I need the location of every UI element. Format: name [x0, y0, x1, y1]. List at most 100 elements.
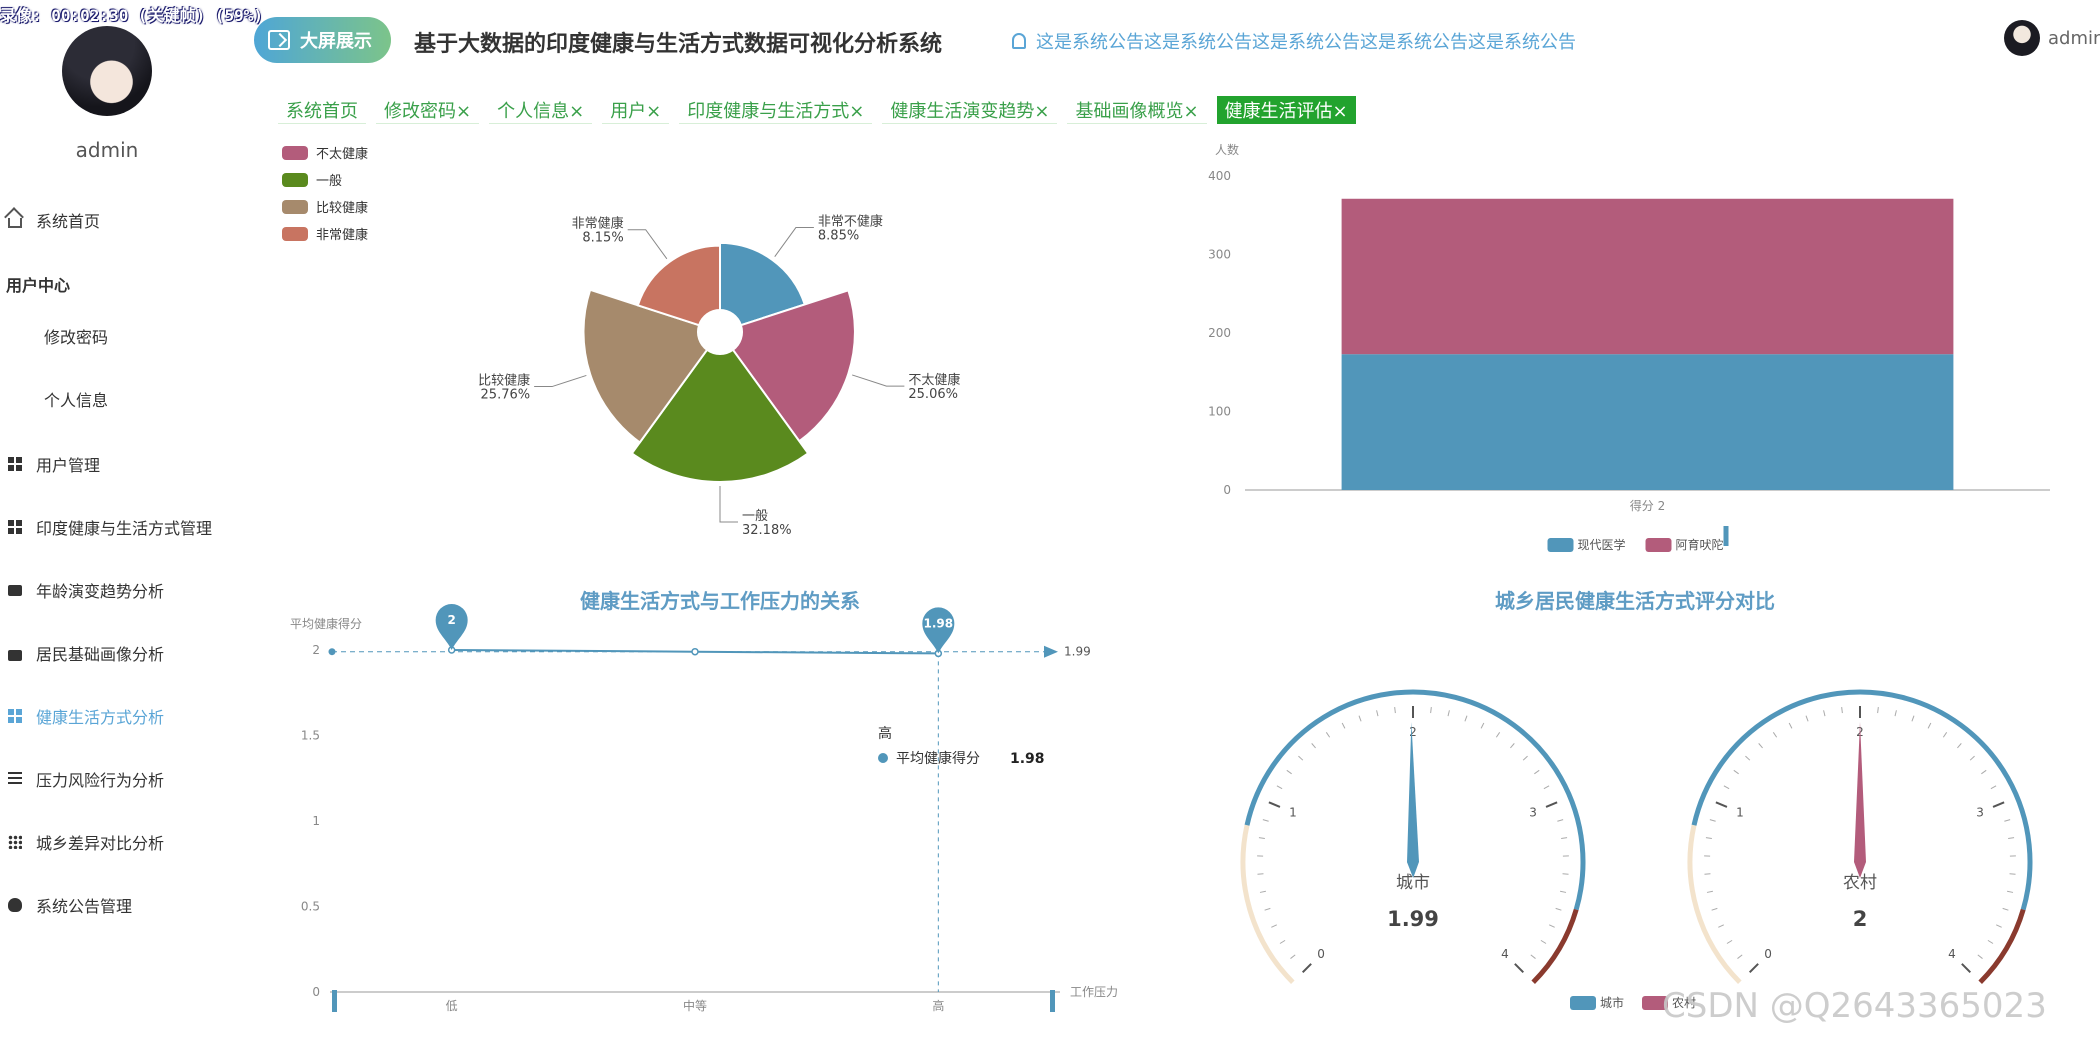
gauge-tick: [1560, 890, 1567, 893]
data-point: [691, 647, 699, 656]
legend-label: 现代医学: [1578, 537, 1626, 552]
gauge-tick: [1726, 939, 1733, 944]
gauge-tick: [1259, 890, 1266, 893]
tab-trend[interactable]: 健康生活演变趋势×: [882, 96, 1058, 124]
sidebar-item-stress[interactable]: 压力风险行为分析: [8, 767, 164, 791]
markline-arrow-icon: [1044, 645, 1058, 658]
gauge-tick-label: 1: [1736, 805, 1744, 819]
sidebar-item-urban-rural[interactable]: 城乡差异对比分析: [8, 830, 164, 854]
y-tick-label: 300: [1208, 248, 1231, 262]
legend-swatch: [282, 173, 308, 187]
user-menu[interactable]: admin: [2004, 20, 2100, 56]
sidebar-item-users[interactable]: 用户管理: [8, 452, 100, 476]
gauge-tick: [1715, 801, 1728, 808]
gauge-tick: [1705, 837, 1712, 840]
pie-slice-name: 非常健康: [572, 216, 624, 232]
pie-slice-percent: 32.18%: [742, 523, 792, 538]
bell-icon: [1012, 33, 1026, 49]
gauge-tick: [1990, 785, 1997, 790]
legend-label: 比较健康: [316, 200, 368, 216]
gauge-tick: [1311, 743, 1316, 749]
gauge-series-name: 农村: [1843, 873, 1877, 893]
gauge-tick: [1961, 963, 1972, 974]
sidebar-item-profile[interactable]: 个人信息: [44, 387, 108, 411]
house-icon: [8, 218, 22, 228]
y-tick-label: 0.5: [301, 900, 320, 914]
gauge-tick: [1894, 710, 1897, 717]
tooltip-label: 平均健康得分: [896, 750, 980, 767]
sidebar-item-change-password[interactable]: 修改密码: [44, 324, 108, 348]
sidebar-item-label: 年龄演变趋势分析: [36, 582, 165, 601]
sidebar-item-announcements[interactable]: 系统公告管理: [8, 893, 132, 917]
sidebar-item-label: 压力风险行为分析: [36, 771, 165, 790]
markpoint-label: 2: [447, 613, 455, 627]
gauge-tick: [1718, 924, 1724, 928]
gauge-tick: [1268, 801, 1281, 808]
gauge-tick: [1841, 707, 1843, 714]
legend-swatch: [282, 200, 308, 214]
gauge-tick: [1823, 710, 1826, 717]
x-tick-label: 得分 2: [1630, 498, 1665, 513]
sidebar-item-label: 系统公告管理: [36, 897, 133, 916]
gauge-tick: [1534, 769, 1540, 775]
pie-slice-name: 不太健康: [908, 372, 960, 388]
gauge-tick: [1341, 722, 1346, 729]
sidebar-item-health-management[interactable]: 印度健康与生活方式管理: [8, 515, 212, 539]
sidebar-item-portrait[interactable]: 居民基础画像分析: [8, 641, 164, 665]
x-tick-label: 高: [932, 998, 944, 1013]
scroll-handle: [1723, 526, 1729, 546]
y-tick-label: 400: [1208, 169, 1231, 183]
y-tick-label: 0: [1223, 483, 1231, 497]
gauge-tick: [1530, 954, 1536, 959]
gauge-tick: [1981, 769, 1987, 775]
tab-health-lifestyle[interactable]: 印度健康与生活方式×: [679, 96, 873, 124]
sidebar-group-user-center[interactable]: 用户中心: [6, 272, 70, 296]
notice-bar[interactable]: 这是系统公告这是系统公告这是系统公告这是系统公告这是系统公告: [1012, 28, 1576, 54]
bar-segment: [1341, 354, 1954, 490]
gauge-tick: [1877, 707, 1879, 714]
gauge-tick-label: 3: [1529, 805, 1537, 819]
scroll-handle: [332, 990, 337, 1012]
tab-change-password[interactable]: 修改密码×: [376, 96, 480, 124]
gauge-tick: [1394, 707, 1396, 714]
pie-label-line: [534, 374, 587, 388]
markpoint-pin: [435, 604, 468, 650]
bulb-icon: [8, 898, 22, 912]
gauge-tick: [1540, 939, 1547, 944]
y-tick-label: 100: [1208, 405, 1231, 419]
tooltip-value: 1.98: [1010, 751, 1045, 767]
gauge-tick: [1376, 710, 1379, 717]
tab-lifestyle-eval[interactable]: 健康生活评估×: [1216, 96, 1356, 124]
sidebar-item-lifestyle[interactable]: 健康生活方式分析: [8, 704, 164, 728]
gauge-tick-label: 4: [1501, 947, 1509, 961]
tab-home[interactable]: 系统首页: [278, 96, 366, 124]
y-tick-label: 1: [312, 814, 320, 828]
list-icon: [8, 772, 22, 786]
dots-grid-icon: [8, 835, 22, 849]
pie-slice-name: 一般: [742, 508, 768, 524]
tooltip-title: 高: [878, 725, 892, 742]
scroll-handle: [1050, 990, 1055, 1012]
bigscreen-button[interactable]: 大屏展示: [254, 17, 391, 63]
sidebar-item-age-trend[interactable]: 年龄演变趋势分析: [8, 578, 164, 602]
pie-label-line: [774, 227, 814, 257]
tab-users[interactable]: 用户×: [602, 96, 670, 124]
avatar[interactable]: [62, 26, 152, 116]
gauge-tick-label: 0: [1317, 947, 1325, 961]
gauge-tick: [1545, 801, 1558, 808]
pie-slice-percent: 8.15%: [582, 231, 623, 246]
gauge-tick: [1733, 769, 1739, 775]
pie-slice-name: 比较健康: [478, 373, 530, 389]
sidebar-username: admin: [75, 138, 139, 162]
gauge-needle: [1407, 722, 1419, 878]
gauge-tick: [1987, 939, 1994, 944]
grid-icon: [8, 520, 22, 534]
gauge-tick: [1711, 907, 1718, 911]
tab-portrait[interactable]: 基础画像概览×: [1067, 96, 1207, 124]
gauge-series-name: 城市: [1396, 873, 1430, 893]
gauge-needle: [1854, 722, 1866, 878]
tab-profile[interactable]: 个人信息×: [489, 96, 593, 124]
sidebar-item-home[interactable]: 系统首页: [8, 208, 100, 232]
page-title: 基于大数据的印度健康与生活方式数据可视化分析系统: [414, 32, 943, 57]
pie-slice-percent: 25.06%: [908, 387, 958, 402]
